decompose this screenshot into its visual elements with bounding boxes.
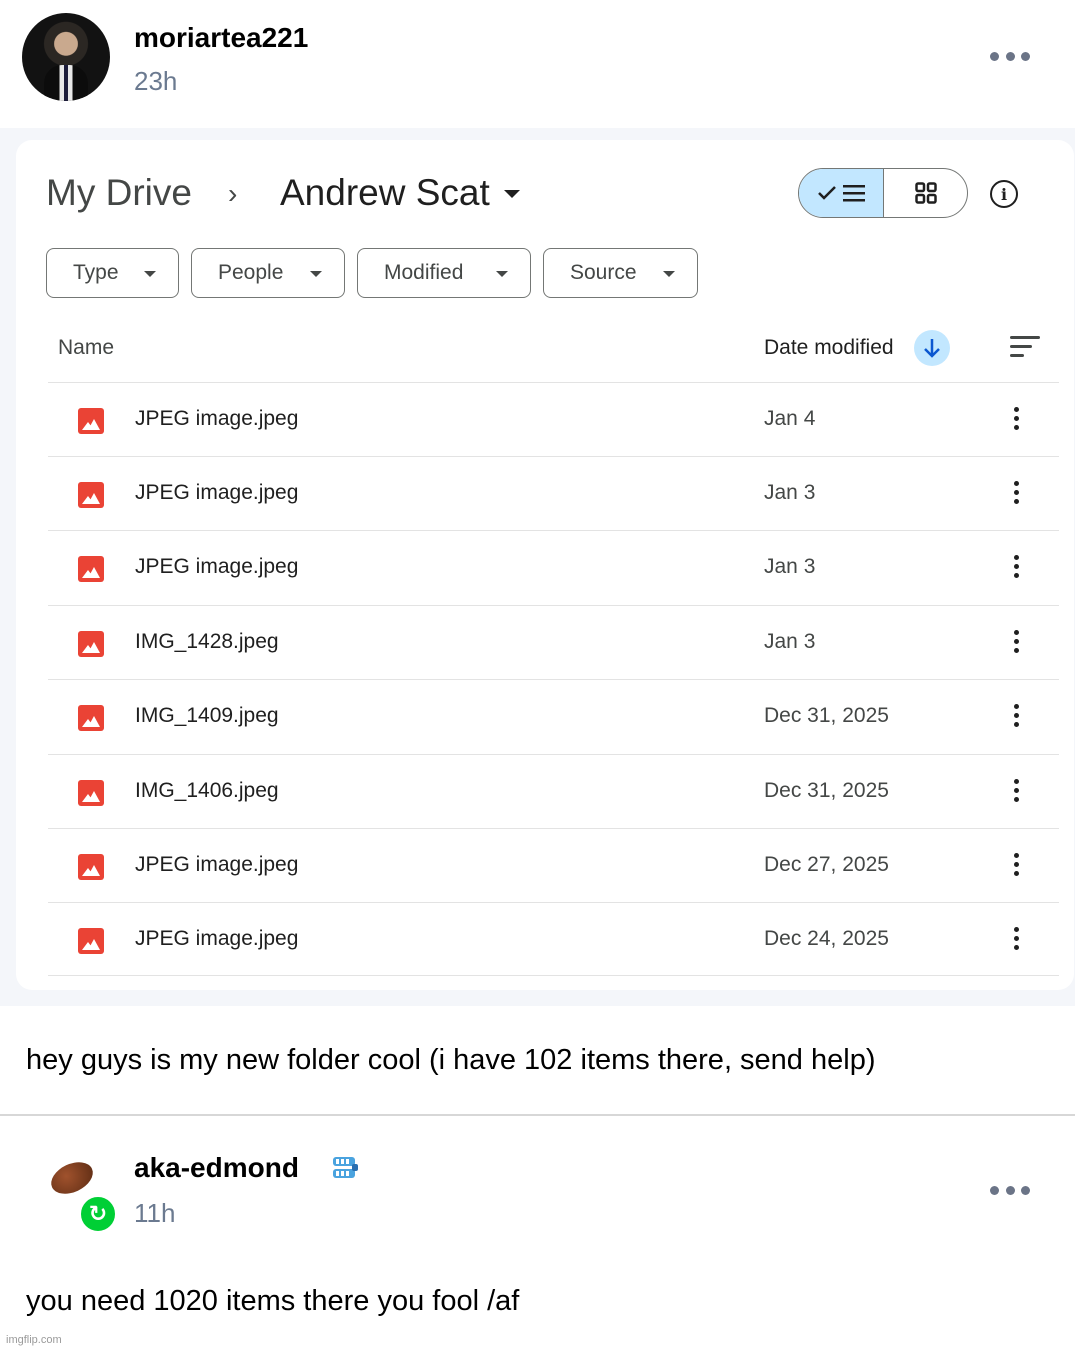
file-row[interactable]: IMG_1409.jpeg Dec 31, 2025 — [48, 679, 1059, 753]
more-vert-icon[interactable] — [1014, 704, 1020, 728]
post-image: My Drive › Andrew Scat i Type People Mod… — [0, 128, 1075, 1006]
filter-modified-label: Modified — [384, 261, 464, 284]
image-file-icon — [78, 705, 104, 731]
file-row[interactable]: IMG_1428.jpeg Jan 3 — [48, 605, 1059, 679]
image-file-icon — [78, 780, 104, 806]
post-header: moriartea221 23h — [0, 0, 1075, 128]
more-vert-icon[interactable] — [1014, 407, 1020, 431]
more-vert-icon[interactable] — [1014, 927, 1020, 951]
more-vert-icon[interactable] — [1014, 481, 1020, 505]
file-date: Jan 3 — [764, 630, 816, 653]
caret-down-icon — [310, 271, 322, 277]
file-name: IMG_1428.jpeg — [135, 630, 279, 653]
post-caption: hey guys is my new folder cool (i have 1… — [26, 1044, 876, 1076]
reblog-timestamp[interactable]: 11h — [134, 1198, 175, 1229]
more-options-icon[interactable] — [990, 46, 1030, 66]
reblog-avatar[interactable] — [46, 1156, 98, 1200]
more-vert-icon[interactable] — [1014, 630, 1020, 654]
file-date: Jan 4 — [764, 407, 816, 430]
image-file-icon — [78, 928, 104, 954]
file-name: JPEG image.jpeg — [135, 927, 299, 950]
file-name: IMG_1409.jpeg — [135, 704, 279, 727]
image-file-icon — [78, 556, 104, 582]
grid-view-button[interactable] — [884, 169, 967, 217]
filter-source-label: Source — [570, 261, 637, 284]
file-row[interactable]: JPEG image.jpeg Dec 27, 2025 — [48, 828, 1059, 902]
check-icon — [818, 186, 836, 200]
file-date: Dec 24, 2025 — [764, 927, 889, 950]
image-file-icon — [78, 482, 104, 508]
file-date: Dec 31, 2025 — [764, 704, 889, 727]
post-username[interactable]: moriartea221 — [134, 22, 308, 54]
caret-down-icon — [144, 271, 156, 277]
file-date: Dec 27, 2025 — [764, 853, 889, 876]
file-date: Dec 31, 2025 — [764, 779, 889, 802]
more-vert-icon[interactable] — [1014, 853, 1020, 877]
file-name: JPEG image.jpeg — [135, 853, 299, 876]
watermark: imgflip.com — [6, 1334, 62, 1346]
more-vert-icon[interactable] — [1014, 555, 1020, 579]
file-name: IMG_1406.jpeg — [135, 779, 279, 802]
column-header-name[interactable]: Name — [58, 336, 114, 360]
drive-panel: My Drive › Andrew Scat i Type People Mod… — [16, 140, 1074, 990]
filter-type-chip[interactable]: Type — [46, 248, 179, 298]
file-date: Jan 3 — [764, 555, 816, 578]
filter-modified-chip[interactable]: Modified — [357, 248, 531, 298]
file-name: JPEG image.jpeg — [135, 481, 299, 504]
breadcrumb-my-drive[interactable]: My Drive — [46, 172, 192, 214]
divider — [0, 1114, 1075, 1116]
image-file-icon — [78, 408, 104, 434]
image-file-icon — [78, 631, 104, 657]
reblog-text: you need 1020 items there you fool /af — [26, 1285, 520, 1317]
file-row[interactable]: JPEG image.jpeg Jan 3 — [48, 456, 1059, 530]
sort-options-icon[interactable] — [1010, 336, 1040, 358]
filter-source-chip[interactable]: Source — [543, 248, 698, 298]
list-view-button[interactable] — [799, 169, 884, 217]
filter-people-label: People — [218, 261, 284, 284]
grid-icon — [914, 182, 937, 204]
filter-people-chip[interactable]: People — [191, 248, 345, 298]
filter-type-label: Type — [73, 261, 119, 284]
column-header-date-modified[interactable]: Date modified — [764, 336, 894, 360]
file-name: JPEG image.jpeg — [135, 555, 299, 578]
more-vert-icon[interactable] — [1014, 779, 1020, 803]
file-row[interactable]: IMG_1406.jpeg Dec 31, 2025 — [48, 754, 1059, 828]
chattering-teeth-icon — [333, 1157, 358, 1178]
caret-down-icon — [663, 271, 675, 277]
more-options-icon[interactable] — [990, 1180, 1030, 1200]
football-icon — [46, 1156, 98, 1200]
file-row[interactable]: JPEG image.jpeg Jan 4 — [48, 382, 1059, 456]
sort-descending-icon[interactable] — [914, 330, 950, 366]
reblog-username[interactable]: aka-edmond — [134, 1152, 299, 1184]
image-file-icon — [78, 854, 104, 880]
info-icon[interactable]: i — [990, 180, 1018, 208]
post-timestamp[interactable]: 23h — [134, 66, 177, 97]
file-name: JPEG image.jpeg — [135, 407, 299, 430]
view-toggle — [798, 168, 968, 218]
reblog-icon: ↻ — [78, 1194, 118, 1234]
caret-down-icon — [496, 271, 508, 277]
caret-down-icon[interactable] — [504, 190, 520, 198]
breadcrumb-current-folder[interactable]: Andrew Scat — [280, 172, 490, 214]
chevron-right-icon: › — [228, 178, 238, 209]
file-date: Jan 3 — [764, 481, 816, 504]
file-row[interactable]: JPEG image.jpeg Dec 24, 2025 — [48, 902, 1059, 976]
file-row[interactable]: JPEG image.jpeg Jan 3 — [48, 530, 1059, 604]
list-icon — [843, 185, 865, 202]
avatar[interactable] — [22, 13, 110, 101]
